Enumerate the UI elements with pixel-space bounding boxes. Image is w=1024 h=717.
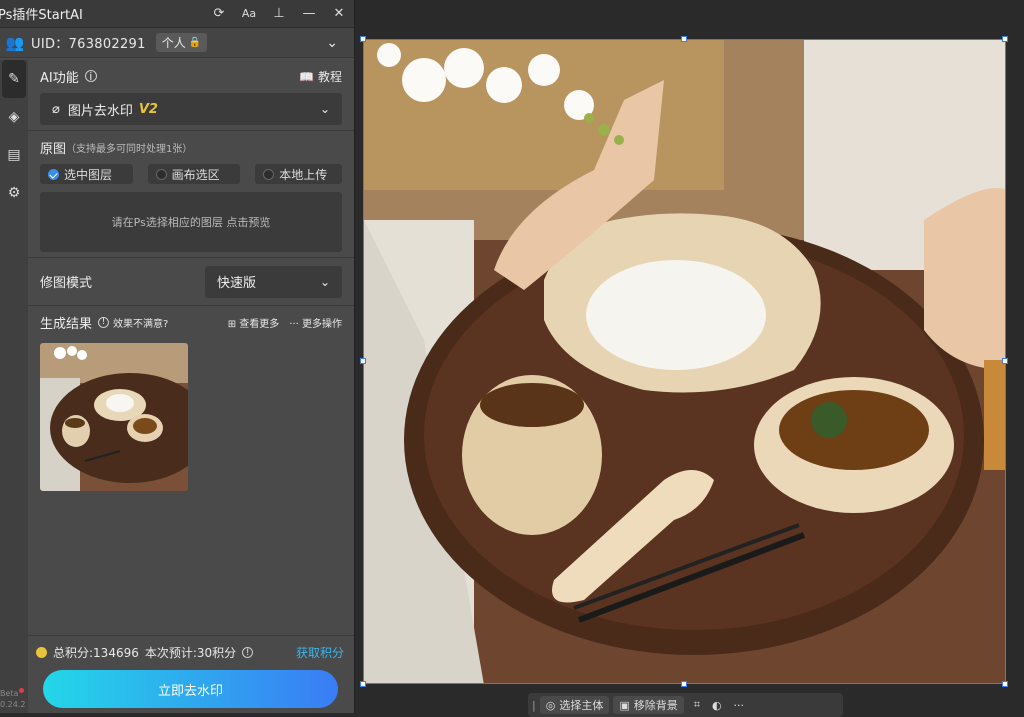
ps-canvas[interactable]: | ◎ 选择主体 ▣ 移除背景 ⌗ ◐ ··· — [355, 0, 1024, 717]
tutorial-link[interactable]: 📖 教程 — [299, 68, 342, 85]
ai-feature-label: AI功能 — [40, 70, 79, 86]
ai-feature-select[interactable]: ⌀ 图片去水印 V2 ⌄ — [40, 93, 342, 125]
info-icon[interactable]: ! — [242, 647, 254, 658]
mode-label: 修图模式 — [40, 276, 93, 291]
image-icon: ▣ — [619, 698, 630, 712]
transform-handle[interactable] — [681, 36, 687, 42]
users-icon: 👥 — [5, 33, 25, 52]
info-icon[interactable]: ! — [98, 316, 110, 328]
transform-handle[interactable] — [1002, 36, 1008, 42]
info-icon[interactable]: i — [84, 70, 97, 83]
transform-handle[interactable] — [360, 36, 366, 42]
ai-feature-value: 图片去水印 — [67, 103, 133, 119]
transform-handle[interactable] — [1002, 358, 1008, 364]
more-icon[interactable]: ··· — [734, 699, 745, 712]
account-bar: 👥 UID：763802291 个人 🔒 ⌄ — [0, 28, 354, 58]
bottom-bar: 总积分:134696 本次预计:30积分 ! 获取积分 立即去水印 — [28, 635, 354, 713]
mode-select[interactable]: 快速版 ⌄ — [205, 265, 342, 298]
chevron-down-icon: ⌄ — [319, 274, 330, 289]
app-title: Ps插件StartAI — [0, 8, 83, 23]
radio — [155, 168, 167, 180]
option-label: 选中图层 — [64, 167, 113, 182]
sidebar-edit-icon[interactable]: ✎ — [2, 60, 26, 98]
preview-hint: 请在Ps选择相应的图层 点击预览 — [111, 216, 271, 229]
source-section: 原图 （支持最多可同时处理1张） 选中图层 画布选区 本地上传 请在Ps选择相应… — [28, 131, 354, 258]
more-icon: ··· — [289, 318, 299, 330]
font-size-icon[interactable]: Aa — [234, 7, 264, 20]
option-label: 本地上传 — [279, 167, 328, 182]
more-actions-label: 更多操作 — [302, 318, 342, 330]
version-label: Beta 0.24.2 — [0, 688, 25, 710]
beta-dot — [19, 688, 25, 693]
radio-checked — [48, 168, 59, 180]
mode-value: 快速版 — [217, 276, 257, 291]
transform-handle[interactable] — [1002, 681, 1008, 687]
view-more-label: 查看更多 — [239, 318, 280, 330]
version-tag: V2 — [138, 101, 158, 117]
ai-feature-section: AI功能 i 📖 教程 ⌀ 图片去水印 V2 ⌄ — [28, 60, 354, 131]
mode-section: 修图模式 快速版 ⌄ — [28, 258, 354, 306]
version-number: 0.24.2 — [0, 700, 26, 709]
result-thumbnail-image — [40, 343, 188, 491]
estimate-credits: 本次预计:30积分 — [144, 646, 237, 660]
lock-icon: 🔒 — [188, 37, 202, 48]
canvas-photo — [364, 40, 1005, 683]
contextual-taskbar: | ◎ 选择主体 ▣ 移除背景 ⌗ ◐ ··· — [528, 693, 843, 717]
account-badge-label: 个人 — [161, 36, 186, 50]
book-icon: 📖 — [299, 69, 315, 84]
remove-watermark-button[interactable]: 立即去水印 — [43, 670, 338, 708]
credits-row: 总积分:134696 本次预计:30积分 ! 获取积分 — [28, 636, 354, 661]
sidebar: ✎ ◈ ▤ ⚙ Beta 0.24.2 — [0, 60, 28, 713]
mask-icon[interactable]: ◐ — [712, 699, 722, 712]
refresh-icon[interactable]: ⟳ — [204, 6, 234, 21]
unsatisfied-link[interactable]: 效果不满意? — [113, 315, 168, 330]
chevron-down-icon[interactable]: ⌄ — [326, 35, 338, 51]
result-label: 生成结果 — [40, 316, 93, 332]
main-content: AI功能 i 📖 教程 ⌀ 图片去水印 V2 ⌄ 原图 （支持最多可同时处理1张… — [28, 60, 354, 713]
beta-label: Beta — [0, 689, 19, 698]
more-actions-link[interactable]: ··· 更多操作 — [289, 315, 342, 330]
sidebar-layers-icon[interactable]: ◈ — [0, 98, 28, 136]
pin-icon[interactable]: ⊥ — [264, 6, 294, 21]
sidebar-settings-icon[interactable]: ⚙ — [0, 174, 28, 212]
target-icon: ◎ — [545, 698, 556, 712]
plugin-panel: Ps插件StartAI ⟳ Aa ⊥ — ✕ 👥 UID：763802291 个… — [0, 0, 355, 713]
option-canvas-selection[interactable]: 画布选区 — [147, 164, 241, 184]
select-subject-button[interactable]: ◎ 选择主体 — [539, 696, 610, 714]
remove-background-label: 移除背景 — [633, 699, 678, 712]
get-credits-link[interactable]: 获取积分 — [296, 644, 344, 661]
crop-icon[interactable]: ⌗ — [694, 698, 700, 712]
eraser-icon: ⌀ — [52, 101, 60, 117]
select-subject-label: 选择主体 — [559, 699, 604, 712]
transform-handle[interactable] — [360, 681, 366, 687]
total-credits: 总积分:134696 — [53, 646, 139, 660]
source-note: （支持最多可同时处理1张） — [66, 144, 193, 155]
title-bar: Ps插件StartAI ⟳ Aa ⊥ — ✕ — [0, 0, 354, 28]
tutorial-label: 教程 — [317, 69, 342, 84]
coin-icon — [36, 647, 47, 658]
view-more-link[interactable]: ⊞ 查看更多 — [228, 315, 280, 330]
option-label: 画布选区 — [171, 167, 220, 182]
source-label: 原图 — [40, 142, 67, 157]
minimize-icon[interactable]: — — [294, 6, 324, 21]
radio — [263, 168, 275, 180]
grid-icon: ⊞ — [227, 318, 237, 330]
transform-handle[interactable] — [681, 681, 687, 687]
close-icon[interactable]: ✕ — [324, 6, 354, 21]
chevron-down-icon: ⌄ — [319, 102, 330, 116]
transform-handle[interactable] — [360, 358, 366, 364]
result-thumbnail[interactable] — [40, 343, 188, 491]
account-badge[interactable]: 个人 🔒 — [155, 33, 208, 52]
drag-handle[interactable]: | — [532, 699, 536, 712]
remove-background-button[interactable]: ▣ 移除背景 — [613, 696, 684, 714]
option-local-upload[interactable]: 本地上传 — [255, 164, 342, 184]
sidebar-doc-icon[interactable]: ▤ — [0, 136, 28, 174]
option-selected-layer[interactable]: 选中图层 — [40, 164, 133, 184]
uid-text: UID：763802291 — [31, 37, 146, 52]
canvas-image[interactable] — [363, 39, 1006, 684]
preview-area[interactable]: 请在Ps选择相应的图层 点击预览 — [40, 192, 342, 252]
result-section: 生成结果 ! 效果不满意? ⊞ 查看更多 ··· 更多操作 — [28, 306, 354, 491]
